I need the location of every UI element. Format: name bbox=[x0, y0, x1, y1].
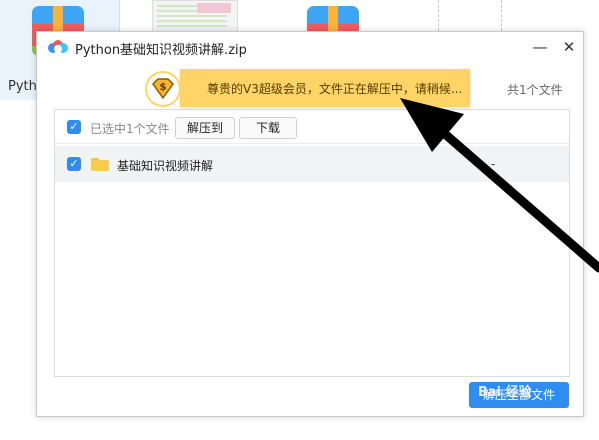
download-button[interactable]: 下载 bbox=[239, 117, 297, 139]
selected-count-label: 已选中1个文件 bbox=[90, 122, 170, 136]
file-size: - bbox=[491, 157, 496, 171]
list-toolbar: ✓ 已选中1个文件 解压到 下载 bbox=[55, 110, 569, 144]
list-item[interactable]: ✓ 基础知识视频讲解 - bbox=[55, 146, 569, 182]
select-all-checkbox[interactable]: ✓ bbox=[67, 120, 81, 134]
extract-to-button[interactable]: 解压到 bbox=[175, 117, 235, 139]
toast-message: 尊贵的V3超级会员，文件正在解压中，请稍候... bbox=[207, 82, 463, 96]
screen: Pytho Python基础知识视频讲解.zip — ✕ 共1个文件 ✓ 已选中… bbox=[0, 0, 599, 440]
row-checkbox[interactable]: ✓ bbox=[67, 157, 81, 171]
cloud-logo-icon bbox=[48, 40, 68, 53]
file-list-panel: ✓ 已选中1个文件 解压到 下载 ✓ 基础知识视频讲解 - bbox=[54, 109, 570, 377]
vip-toast: 尊贵的V3超级会员，文件正在解压中，请稍候... bbox=[180, 69, 470, 107]
minimize-button[interactable]: — bbox=[529, 36, 551, 58]
folder-icon bbox=[91, 158, 109, 171]
dialog-title: Python基础知识视频讲解.zip bbox=[75, 43, 247, 58]
spreadsheet-thumbnail-icon[interactable] bbox=[152, 0, 238, 34]
title-bar[interactable]: Python基础知识视频讲解.zip — ✕ bbox=[37, 32, 583, 62]
vip-diamond-icon: $ bbox=[145, 71, 181, 107]
watermark: Bai 经验 bbox=[478, 385, 532, 400]
file-count: 共1个文件 bbox=[507, 83, 563, 97]
file-name: 基础知识视频讲解 bbox=[117, 159, 214, 173]
close-button[interactable]: ✕ bbox=[558, 36, 580, 58]
vip-badge-symbol: $ bbox=[160, 82, 167, 93]
